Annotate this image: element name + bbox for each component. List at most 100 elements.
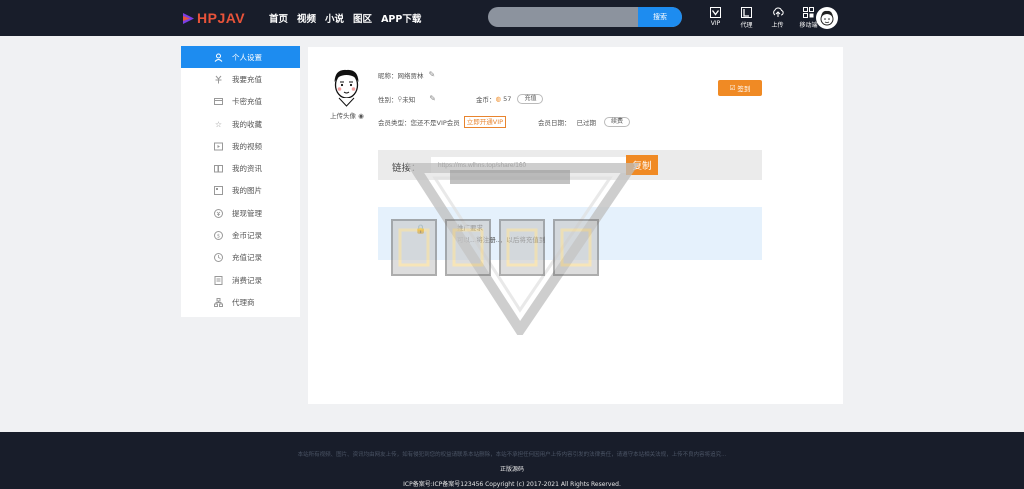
consume-icon — [214, 275, 223, 285]
nav-home[interactable]: 首页 — [269, 11, 288, 25]
coin-icon: $ — [214, 231, 223, 241]
search-input[interactable] — [488, 7, 639, 27]
sign-in-icon: ☑ — [729, 84, 736, 92]
camera-icon: ◉ — [358, 112, 364, 120]
gender-value: 未知 — [402, 96, 416, 104]
footer-link[interactable]: 正版源码 — [0, 464, 1024, 473]
lock-icon: 🔒 — [415, 225, 427, 235]
profile-avatar[interactable] — [329, 65, 364, 107]
sidebar-item-label: 消费记录 — [232, 275, 262, 285]
sign-in-button[interactable]: ☑ 签到 — [718, 80, 762, 96]
sidebar-item-recharge-records[interactable]: 充值记录 — [181, 247, 300, 269]
vip-icon — [710, 6, 722, 18]
page-footer: 本站所有视频、图片、资讯均由网友上传，如有侵犯到您的权益请联系本站删除，本站不承… — [0, 432, 1024, 489]
member-type-value: 您还不是VIP会员 — [410, 119, 460, 127]
svg-text:$: $ — [217, 234, 220, 240]
sidebar-item-label: 个人设置 — [232, 52, 262, 62]
recharge-icon — [214, 75, 223, 84]
top-header: HPJAV 首页 视频 小说 图区 APP下载 搜索 VIP 代理 上传 移动端 — [0, 0, 1024, 36]
search-button[interactable]: 搜索 — [638, 7, 682, 27]
logo-text: HPJAV — [197, 10, 246, 26]
share-link-input[interactable] — [431, 157, 627, 173]
sidebar-item-label: 提现管理 — [232, 208, 262, 218]
sidebar-item-label: 充值记录 — [232, 253, 262, 263]
nav-gallery[interactable]: 图区 — [353, 11, 372, 25]
footer-copyright: ICP备案号:ICP备案号123456 Copyright (c) 2017-2… — [403, 481, 621, 488]
image-icon — [214, 186, 223, 196]
agent-icon — [741, 6, 753, 18]
sidebar-item-my-news[interactable]: 我的资讯 — [181, 157, 300, 179]
header-upload[interactable]: 上传 — [762, 6, 793, 29]
sidebar-item-my-images[interactable]: 我的图片 — [181, 180, 300, 202]
gender-label: 性别： — [378, 96, 398, 104]
search-bar: 搜索 — [488, 7, 682, 27]
recharge-button[interactable]: 充值 — [517, 94, 544, 104]
header-user-avatar[interactable] — [816, 7, 838, 29]
record-icon — [214, 253, 223, 263]
sidebar-item-label: 代理商 — [232, 297, 255, 307]
footer-disclaimer: 本站所有视频、图片、资讯均由网友上传，如有侵犯到您的权益请联系本站删除，本站不承… — [297, 452, 727, 458]
nickname-label: 昵称： — [378, 72, 398, 80]
user-icon — [214, 53, 223, 62]
header-agent[interactable]: 代理 — [731, 6, 762, 29]
upload-avatar-link[interactable]: 上传头像 ◉ — [330, 110, 364, 120]
tips-title: 推广要求 — [457, 224, 483, 232]
sidebar-item-agent[interactable]: 代理商 — [181, 291, 300, 313]
network-icon — [214, 297, 223, 307]
tips-text: 可以...将注册..，以后将充值到 — [457, 236, 546, 244]
gender-row: 性别： ⚲ 未知 ✎ — [378, 94, 437, 105]
star-icon: ☆ — [214, 119, 223, 129]
nickname-row: 昵称： 网络贾林 ✎ — [378, 70, 437, 81]
sign-in-label: 签到 — [737, 85, 751, 93]
nav-app-download[interactable]: APP下载 — [381, 11, 421, 25]
header-vip-label: VIP — [710, 20, 721, 27]
sidebar-item-consume-records[interactable]: 消费记录 — [181, 269, 300, 291]
video-icon — [214, 142, 223, 151]
renew-button[interactable]: 续费 — [604, 117, 631, 127]
sidebar-item-label: 我的图片 — [232, 186, 262, 196]
upload-icon — [772, 6, 784, 18]
header-agent-label: 代理 — [740, 22, 753, 29]
sidebar-item-label: 我的资讯 — [232, 164, 262, 174]
sidebar-item-personal-settings[interactable]: 个人设置 — [181, 46, 300, 69]
site-logo[interactable]: HPJAV — [182, 10, 245, 26]
sidebar-item-recharge[interactable]: 我要充值 — [181, 68, 300, 90]
sidebar-item-label: 我的视频 — [232, 141, 262, 151]
edit-nickname-icon[interactable]: ✎ — [429, 71, 437, 79]
share-link-box: 链接： 复制 — [378, 150, 762, 180]
main-nav: 首页 视频 小说 图区 APP下载 — [269, 11, 421, 25]
sidebar-item-card-recharge[interactable]: 卡密充值 — [181, 91, 300, 113]
copy-link-button[interactable]: 复制 — [626, 155, 658, 175]
qrcode-icon — [803, 6, 815, 18]
header-icon-group: VIP 代理 上传 移动端 — [700, 6, 824, 29]
member-date-row: 会员日期： 已过期 续费 — [538, 117, 631, 127]
withdraw-icon — [214, 208, 223, 218]
user-sidebar: 个人设置 我要充值 卡密充值 ☆ 我的收藏 我的视频 我的资讯 我的图片 提现管… — [181, 46, 300, 317]
coins-value: 57 — [503, 95, 512, 103]
share-link-label: 链接： — [392, 163, 421, 174]
sidebar-item-label: 金币记录 — [232, 231, 262, 241]
member-type-row: 会员类型： 您还不是VIP会员 立即开通VIP — [378, 116, 507, 128]
sidebar-item-withdraw[interactable]: 提现管理 — [181, 202, 300, 224]
profile-panel: 上传头像 ◉ 昵称： 网络贾林 ✎ 性别： ⚲ 未知 ✎ 金币： ◍ 57 充值… — [308, 47, 843, 404]
coin-icon: ◍ — [495, 95, 502, 103]
coins-row: 金币： ◍ 57 充值 — [476, 94, 544, 104]
upload-avatar-label: 上传头像 — [330, 112, 356, 120]
open-vip-button[interactable]: 立即开通VIP — [463, 116, 507, 128]
edit-gender-icon[interactable]: ✎ — [429, 95, 437, 103]
coins-label: 金币： — [476, 96, 496, 104]
sidebar-item-label: 我要充值 — [232, 74, 262, 84]
nav-video[interactable]: 视频 — [297, 11, 316, 25]
header-vip[interactable]: VIP — [700, 6, 731, 29]
sidebar-item-label: 我的收藏 — [232, 119, 262, 129]
nav-novel[interactable]: 小说 — [325, 11, 344, 25]
sidebar-item-my-videos[interactable]: 我的视频 — [181, 135, 300, 157]
nickname-value: 网络贾林 — [397, 72, 424, 80]
sidebar-item-coin-records[interactable]: $ 金币记录 — [181, 224, 300, 246]
header-mobile-label: 移动端 — [799, 22, 818, 29]
sidebar-item-favorites[interactable]: ☆ 我的收藏 — [181, 113, 300, 135]
card-icon — [214, 97, 223, 106]
member-date-value: 已过期 — [576, 119, 597, 127]
member-type-label: 会员类型： — [378, 119, 411, 127]
book-icon — [214, 164, 223, 173]
